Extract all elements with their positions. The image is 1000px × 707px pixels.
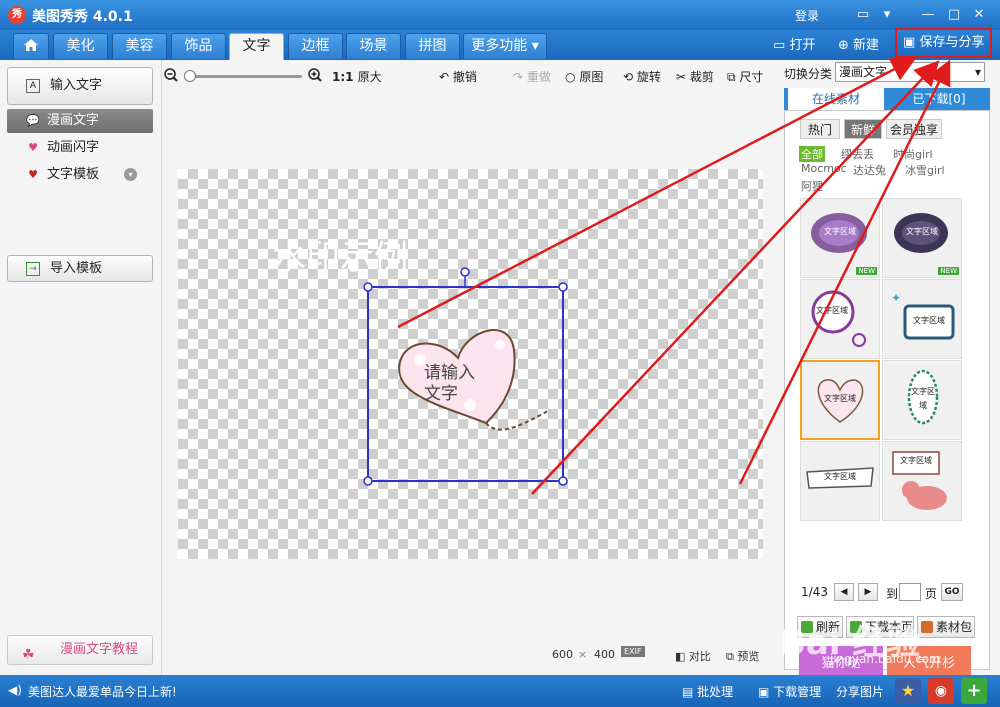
bubble-text-line2: 文字 [424,384,458,404]
add-icon[interactable]: + [961,678,987,704]
resize-handle-bottom-left[interactable] [363,476,373,486]
polka-dot [464,399,476,411]
star-icon[interactable]: ★ [895,678,921,704]
polka-dot [495,340,505,350]
weibo-icon[interactable]: ◉ [928,678,954,704]
status-bar: ◀) 美图达人最爱单品今日上新! ▤ 批处理 ▣ 下载管理 分享图片 ★ ◉ + [0,675,1000,707]
batch-button[interactable]: ▤ 批处理 [682,683,733,700]
download-manager-label: 下载管理 [773,685,822,699]
text-sticker-layer[interactable]: 请输入 文字 [0,0,1000,707]
resize-handle-top-right[interactable] [558,282,568,292]
batch-icon: ▤ [682,685,694,699]
speaker-icon: ◀) [8,683,22,697]
share-image-button[interactable]: 分享图片 [836,683,884,700]
status-message[interactable]: 美图达人最爱单品今日上新! [28,683,177,700]
bubble-text-line1: 请输入 [424,363,475,383]
resize-handle-bottom-right[interactable] [558,476,568,486]
resize-handle-top-left[interactable] [363,282,373,292]
batch-label: 批处理 [697,685,734,699]
rotate-handle[interactable] [460,267,470,277]
download-manager-icon: ▣ [758,685,770,699]
baidu-url: jingyan.baidu.com [830,652,941,666]
download-manager-button[interactable]: ▣ 下载管理 [758,683,821,700]
